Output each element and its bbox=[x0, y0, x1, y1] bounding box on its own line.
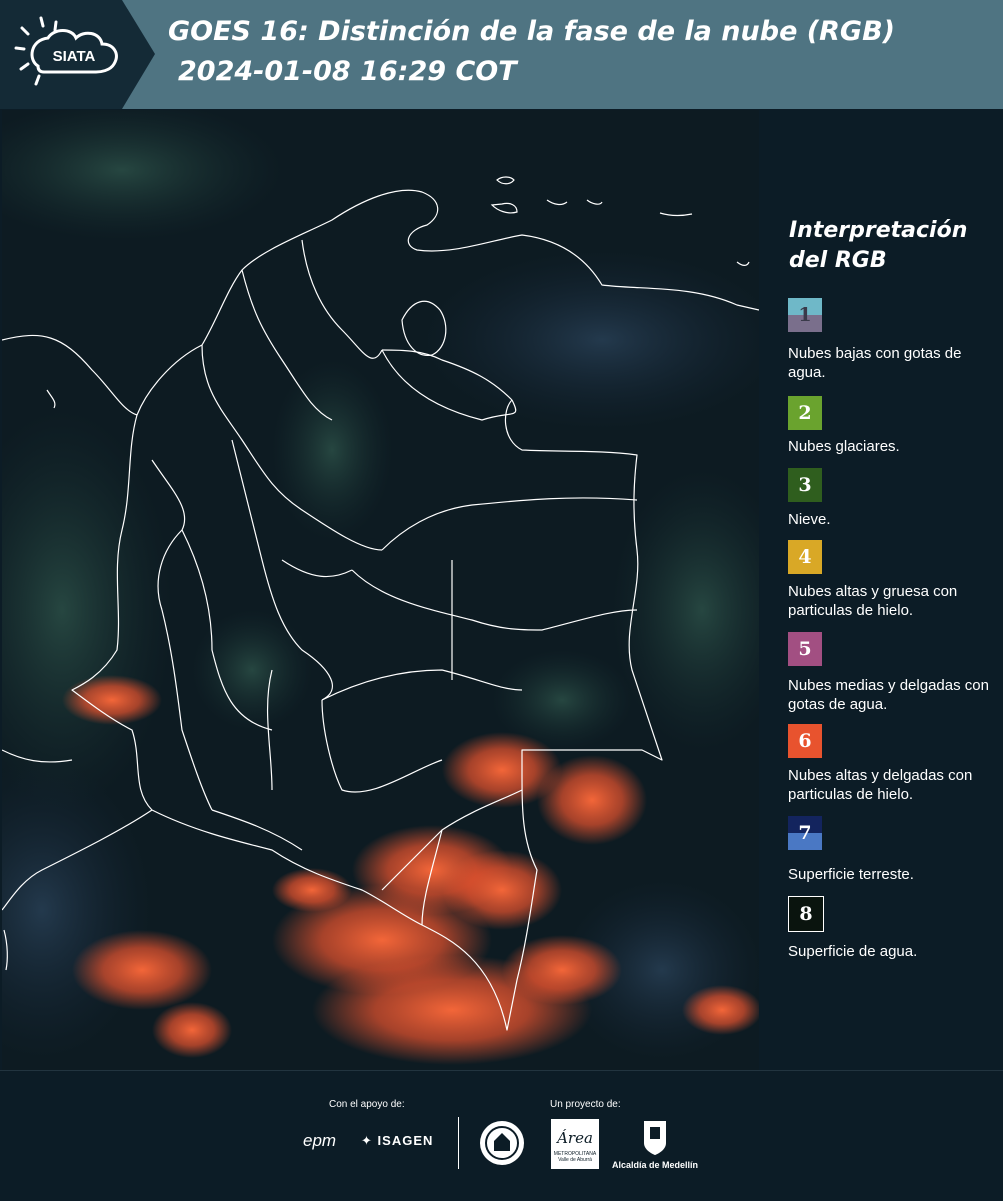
legend-number: 1 bbox=[798, 304, 812, 326]
legend-swatch-2: 2 bbox=[788, 396, 822, 430]
sun-cloud-icon: SIATA bbox=[14, 16, 118, 86]
alcaldia-shield-icon bbox=[644, 1121, 666, 1155]
isagen-mark-icon: ✦ bbox=[361, 1133, 373, 1148]
legend-panel: Interpretación del RGB 1 Nubes bajas con … bbox=[760, 110, 1003, 1070]
legend-label: Nubes altas y gruesa con particulas de h… bbox=[788, 583, 958, 619]
area-metropolitana-logo: Área METROPOLITANA Valle de Aburrá bbox=[551, 1119, 599, 1169]
legend-label: Superficie terreste. bbox=[788, 866, 914, 883]
footer: Con el apoyo de: Un proyecto de: epm ✦ I… bbox=[0, 1070, 1003, 1201]
header-bar: SIATA GOES 16: Distinción de la fase de … bbox=[0, 0, 1003, 109]
satellite-map bbox=[2, 110, 759, 1070]
isagen-name: ISAGEN bbox=[377, 1133, 434, 1148]
siata-logo: SIATA bbox=[0, 0, 155, 109]
legend-swatch-4: 4 bbox=[788, 540, 822, 574]
legend-label: Nubes medias y delgadas con gotas de agu… bbox=[788, 677, 989, 713]
legend-label: Superficie de agua. bbox=[788, 943, 918, 960]
legend-number: 5 bbox=[798, 638, 812, 660]
legend-title: Interpretación del RGB bbox=[789, 218, 968, 273]
legend-label: Nieve. bbox=[788, 511, 831, 528]
legend-number: 8 bbox=[799, 903, 813, 925]
legend-label: Nubes bajas con gotas de agua. bbox=[788, 345, 962, 381]
legend-swatch-3: 3 bbox=[788, 468, 822, 502]
legend-number: 4 bbox=[798, 546, 812, 568]
legend-label: Nubes glaciares. bbox=[788, 438, 900, 455]
area-name: Área bbox=[557, 1129, 593, 1147]
legend-number: 6 bbox=[798, 730, 812, 752]
support-label: Con el apoyo de: bbox=[329, 1099, 405, 1110]
seal-logo bbox=[480, 1121, 524, 1165]
alcaldia-name: Alcaldía de Medellín bbox=[612, 1160, 699, 1170]
legend-number: 7 bbox=[798, 822, 812, 844]
epm-logo: epm bbox=[303, 1131, 337, 1150]
legend-swatch-8: 8 bbox=[788, 896, 824, 932]
svg-text:SIATA: SIATA bbox=[53, 48, 96, 65]
isagen-logo: ✦ ISAGEN bbox=[361, 1133, 433, 1149]
legend-number: 2 bbox=[798, 402, 812, 424]
page-timestamp: 2024-01-08 16:29 COT bbox=[178, 56, 517, 87]
area-sub2: Valle de Aburrá bbox=[558, 1157, 592, 1163]
legend-label: Nubes altas y delgadas con particulas de… bbox=[788, 767, 973, 803]
project-label: Un proyecto de: bbox=[550, 1099, 621, 1110]
legend-swatch-1: 1 bbox=[788, 298, 822, 332]
page-title: GOES 16: Distinción de la fase de la nub… bbox=[168, 16, 895, 47]
legend-swatch-7: 7 bbox=[788, 816, 822, 850]
legend-number: 3 bbox=[798, 474, 812, 496]
legend-swatch-6: 6 bbox=[788, 724, 822, 758]
footer-divider bbox=[458, 1117, 459, 1169]
legend-swatch-5: 5 bbox=[788, 632, 822, 666]
